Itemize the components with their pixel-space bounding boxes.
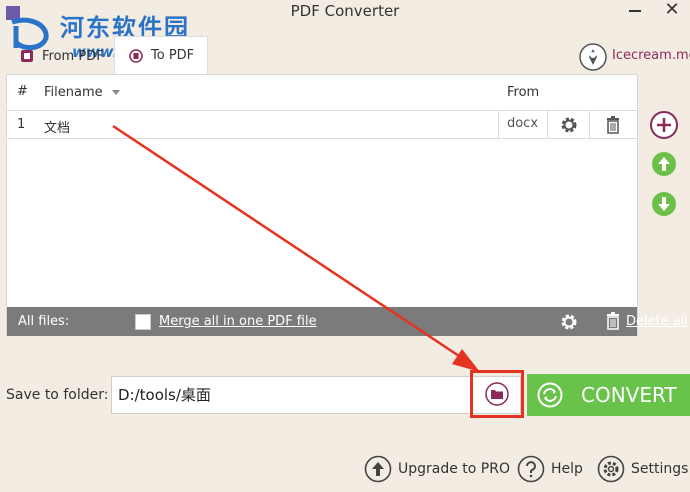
gear-icon	[561, 117, 576, 132]
move-down-button[interactable]	[651, 191, 677, 217]
add-file-button[interactable]	[649, 110, 679, 140]
convert-label: CONVERT	[581, 383, 677, 407]
upgrade-label: Upgrade to PRO	[398, 461, 510, 477]
tab-to-pdf[interactable]: To PDF	[114, 36, 208, 74]
help-label: Help	[551, 461, 583, 477]
column-header-filename[interactable]: Filename	[44, 85, 121, 100]
row-settings-button[interactable]	[547, 110, 589, 139]
browse-folder-button[interactable]	[470, 370, 524, 418]
refresh-icon	[537, 382, 563, 408]
pdf-file-icon	[21, 50, 33, 62]
upgrade-button[interactable]: Upgrade to PRO	[364, 455, 510, 483]
row-format: docx	[498, 110, 546, 139]
minimize-button[interactable]	[626, 0, 644, 20]
tab-from-pdf-label: From PDF	[42, 48, 104, 64]
gear-icon[interactable]	[560, 313, 578, 331]
save-folder-input[interactable]: D:/tools/桌面	[111, 376, 521, 414]
help-icon	[517, 455, 545, 483]
help-button[interactable]: Help	[517, 455, 583, 483]
icecream-brand-link[interactable]: Icecream.me	[612, 48, 690, 63]
icecream-logo-icon[interactable]	[578, 42, 608, 72]
folder-icon	[485, 382, 509, 406]
save-folder-label: Save to folder:	[6, 387, 109, 403]
settings-label: Settings	[631, 461, 689, 477]
column-header-filename-label: Filename	[44, 85, 103, 100]
all-files-bar	[7, 307, 637, 336]
delete-all-link[interactable]: Delete all	[626, 314, 688, 329]
trash-icon	[606, 115, 619, 134]
to-pdf-icon	[129, 48, 143, 63]
tab-to-pdf-label: To PDF	[151, 48, 195, 63]
gear-icon	[597, 455, 625, 483]
close-button[interactable]: ✕	[660, 0, 684, 24]
trash-icon[interactable]	[605, 312, 621, 330]
convert-button[interactable]: CONVERT	[527, 374, 690, 416]
row-delete-button[interactable]	[589, 110, 635, 139]
row-filename: 文档	[44, 121, 71, 136]
column-header-number: #	[17, 84, 28, 99]
column-header-from: From	[507, 85, 540, 100]
upgrade-arrow-icon	[364, 455, 392, 483]
sort-down-icon	[111, 89, 120, 95]
move-up-button[interactable]	[651, 151, 677, 177]
merge-checkbox[interactable]	[135, 314, 151, 330]
settings-button[interactable]: Settings	[597, 455, 688, 483]
row-number: 1	[17, 117, 26, 132]
all-files-label: All files:	[18, 314, 70, 329]
merge-label[interactable]: Merge all in one PDF file	[159, 314, 317, 329]
tab-from-pdf[interactable]: From PDF	[8, 38, 114, 74]
